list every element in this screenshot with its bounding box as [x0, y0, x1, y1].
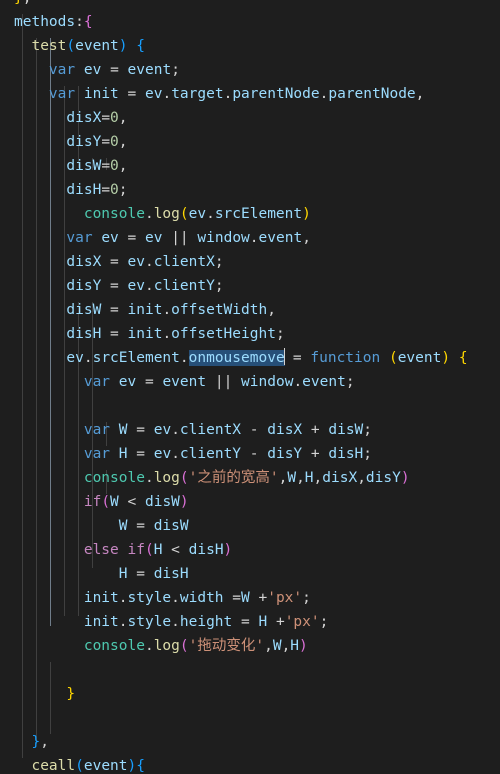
code-line[interactable]: }	[0, 682, 500, 706]
code-line[interactable]: var ev = ev || window.event,	[0, 226, 500, 250]
text-cursor	[283, 348, 286, 365]
code-line[interactable]: H = disH	[0, 562, 500, 586]
code-line[interactable]: disW=0,	[0, 154, 500, 178]
code-line[interactable]: disH = init.offsetHeight;	[0, 322, 500, 346]
selected-text[interactable]: onmousemove	[188, 350, 285, 366]
code-line[interactable]: disH=0;	[0, 178, 500, 202]
code-line-empty[interactable]	[0, 658, 500, 682]
code-line[interactable]: else if(H < disH)	[0, 538, 500, 562]
code-line-empty[interactable]	[0, 394, 500, 418]
code-line[interactable]: if(W < disW)	[0, 490, 500, 514]
code-line[interactable]: var W = ev.clientX - disX + disW;	[0, 418, 500, 442]
code-line[interactable]: init.style.width =W +'px';	[0, 586, 500, 610]
code-line[interactable]: disX=0,	[0, 106, 500, 130]
code-line[interactable]: W = disW	[0, 514, 500, 538]
code-line[interactable]: methods:{	[0, 10, 500, 34]
code-line[interactable]: var ev = event;	[0, 58, 500, 82]
code-line[interactable]: var init = ev.target.parentNode.parentNo…	[0, 82, 500, 106]
code-line[interactable]: ceall(event){	[0, 754, 500, 774]
code-line-empty[interactable]	[0, 706, 500, 730]
code-line[interactable]: var ev = event || window.event;	[0, 370, 500, 394]
code-line[interactable]: },	[0, 730, 500, 754]
code-editor[interactable]: }, methods:{ test(event) { var ev = even…	[0, 0, 500, 774]
code-line[interactable]: },	[0, 0, 500, 10]
code-content[interactable]: }, methods:{ test(event) { var ev = even…	[0, 0, 500, 774]
code-line[interactable]: console.log(ev.srcElement)	[0, 202, 500, 226]
code-line[interactable]: disY=0,	[0, 130, 500, 154]
code-line[interactable]: var H = ev.clientY - disY + disH;	[0, 442, 500, 466]
code-line[interactable]: console.log('之前的宽高',W,H,disX,disY)	[0, 466, 500, 490]
code-line[interactable]: disX = ev.clientX;	[0, 250, 500, 274]
code-line[interactable]: disW = init.offsetWidth,	[0, 298, 500, 322]
code-line[interactable]: disY = ev.clientY;	[0, 274, 500, 298]
code-line[interactable]: test(event) {	[0, 34, 500, 58]
code-line-with-selection[interactable]: ev.srcElement.onmousemove = function (ev…	[0, 346, 500, 370]
code-line[interactable]: init.style.height = H +'px';	[0, 610, 500, 634]
code-line[interactable]: console.log('拖动变化',W,H)	[0, 634, 500, 658]
